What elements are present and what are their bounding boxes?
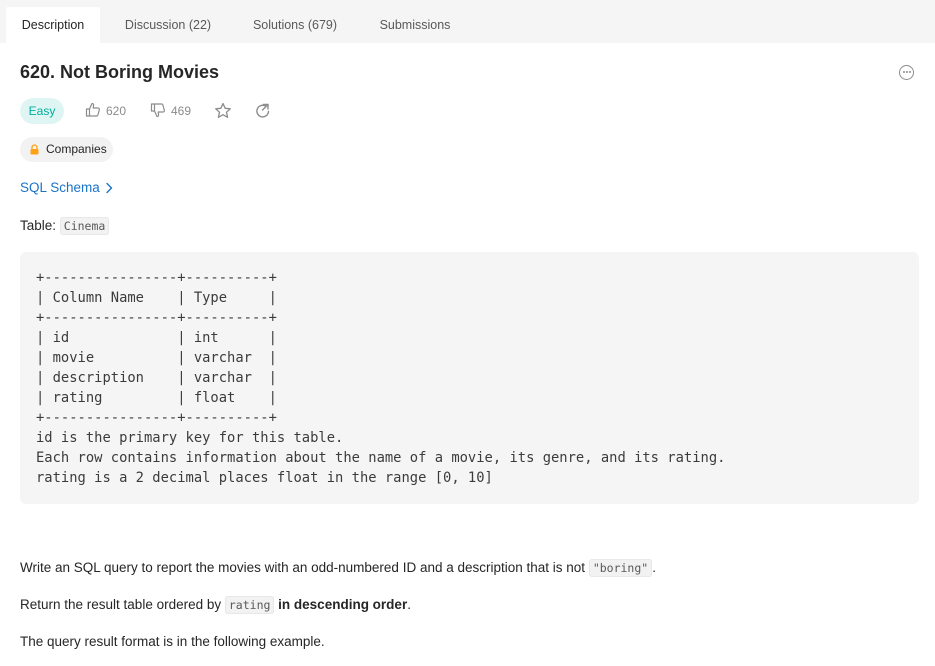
more-icon[interactable] (899, 65, 914, 80)
order-text: Return the result table ordered by (20, 597, 225, 612)
task-text-end: . (652, 560, 656, 575)
like-button[interactable]: 620 (85, 101, 133, 121)
tab-description[interactable]: Description (6, 7, 100, 43)
lock-icon (30, 144, 39, 155)
tab-submissions[interactable]: Submissions (370, 7, 460, 43)
table-label: Table: (20, 218, 60, 233)
schema-code: +----------------+----------+ | Column N… (36, 270, 726, 486)
table-name: Cinema (59, 217, 110, 235)
thumbs-down-icon (150, 103, 165, 118)
chevron-right-icon (106, 182, 113, 194)
sql-schema-label: SQL Schema (20, 180, 100, 195)
problem-title: 620. Not Boring Movies (20, 62, 220, 82)
task-text: Write an SQL query to report the movies … (20, 560, 589, 575)
dislike-button[interactable]: 469 (150, 101, 198, 121)
tab-bar: Description Discussion (22) Solutions (6… (0, 0, 935, 43)
tab-discussion[interactable]: Discussion (22) (118, 7, 218, 43)
paragraph-task: Write an SQL query to report the movies … (20, 558, 656, 578)
like-count: 620 (106, 104, 127, 118)
thumbs-up-icon (85, 102, 100, 117)
star-icon[interactable] (213, 101, 233, 121)
companies-label: Companies (46, 142, 107, 156)
order-bold: in descending order (274, 597, 408, 612)
share-icon[interactable] (253, 101, 273, 121)
order-text-end: . (407, 597, 411, 612)
sql-schema-link[interactable]: SQL Schema (20, 178, 113, 198)
paragraph-format: The query result format is in the follow… (20, 634, 325, 649)
boring-code: "boring" (588, 559, 653, 577)
companies-button[interactable]: Companies (20, 137, 113, 162)
paragraph-order: Return the result table ordered by ratin… (20, 595, 411, 615)
rating-code: rating (224, 596, 275, 614)
schema-code-block: +----------------+----------+ | Column N… (20, 252, 919, 504)
tab-solutions[interactable]: Solutions (679) (245, 7, 345, 43)
table-line: Table: Cinema (20, 216, 110, 236)
dislike-count: 469 (171, 104, 192, 118)
difficulty-badge: Easy (20, 98, 64, 124)
